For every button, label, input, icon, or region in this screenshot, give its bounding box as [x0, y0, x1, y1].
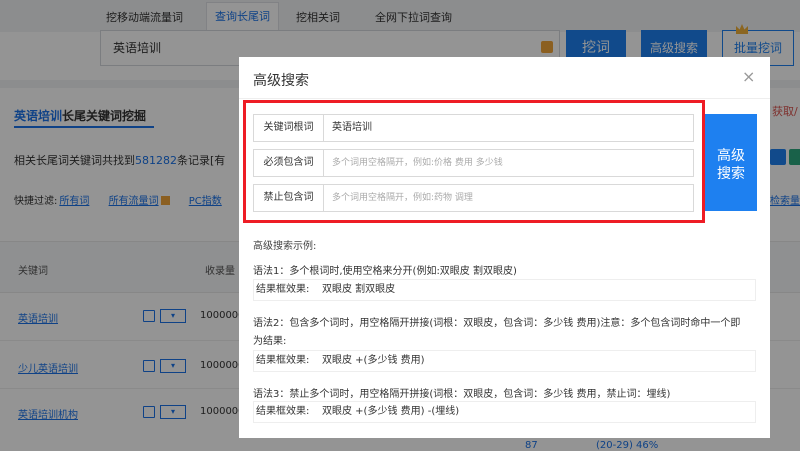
root-keyword-field[interactable]: 关键词根词 英语培训	[253, 114, 694, 142]
close-icon[interactable]: ×	[742, 67, 755, 86]
result-label: 结果框效果:	[256, 355, 310, 366]
example-3: 语法3：禁止多个词时，用空格隔开拼接(词根：双眼皮，包含词：多少钱 费用，禁止词…	[253, 389, 671, 400]
exclude-words-label: 禁止包含词	[254, 185, 324, 211]
modal-search-button[interactable]: 高级 搜索	[705, 114, 757, 211]
example-2-line2: 为结果:	[253, 336, 287, 347]
examples-title: 高级搜索示例:	[253, 241, 317, 252]
modal-search-button-line2: 搜索	[717, 166, 745, 182]
include-words-input[interactable]: 多个词用空格隔开，例如:价格 费用 多少钱	[332, 150, 503, 176]
example-1-result: 结果框效果: 双眼皮 割双眼皮	[253, 279, 756, 301]
include-words-label: 必须包含词	[254, 150, 324, 176]
example-2-line1: 语法2：包含多个词时，用空格隔开拼接(词根：双眼皮，包含词：多少钱 费用)注意：…	[253, 318, 741, 329]
result-value: 双眼皮 割双眼皮	[322, 284, 396, 295]
result-value: 双眼皮 +(多少钱 费用) -(埋线)	[322, 406, 460, 417]
example-2-result: 结果框效果: 双眼皮 +(多少钱 费用)	[253, 350, 756, 372]
root-keyword-label: 关键词根词	[254, 115, 324, 141]
exclude-words-field[interactable]: 禁止包含词 多个词用空格隔开，例如:药物 调理	[253, 184, 694, 212]
include-words-field[interactable]: 必须包含词 多个词用空格隔开，例如:价格 费用 多少钱	[253, 149, 694, 177]
modal-divider	[239, 98, 770, 99]
example-1: 语法1：多个根词时,使用空格来分开(例如:双眼皮 割双眼皮)	[253, 266, 517, 277]
result-label: 结果框效果:	[256, 406, 310, 417]
modal-search-button-line1: 高级	[717, 148, 745, 164]
exclude-words-input[interactable]: 多个词用空格隔开，例如:药物 调理	[332, 185, 473, 211]
example-3-result: 结果框效果: 双眼皮 +(多少钱 费用) -(埋线)	[253, 401, 756, 423]
modal-title: 高级搜索	[253, 73, 309, 89]
result-label: 结果框效果:	[256, 284, 310, 295]
root-keyword-input[interactable]: 英语培训	[332, 115, 372, 141]
result-value: 双眼皮 +(多少钱 费用)	[322, 355, 425, 366]
